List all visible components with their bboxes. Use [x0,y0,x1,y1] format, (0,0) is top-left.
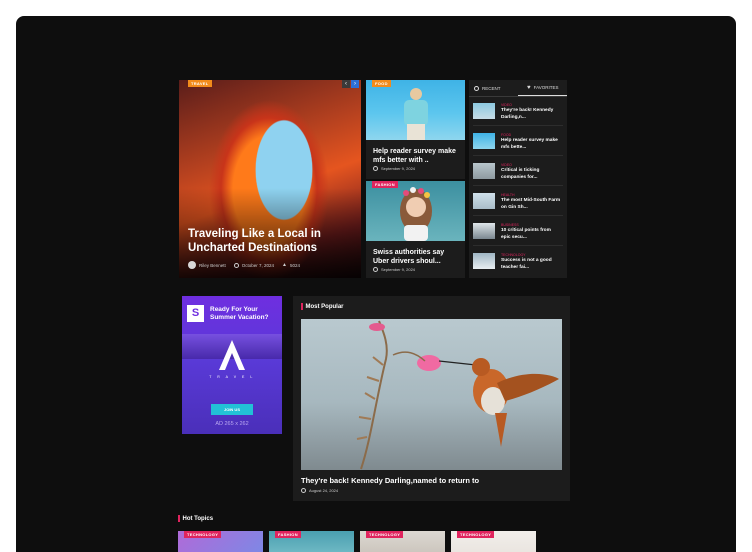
hot-topic-category-badge[interactable]: TECHNOLOGY [184,531,222,538]
hot-topic-card[interactable]: TECHNOLOGY [178,531,263,552]
author-name[interactable]: Riley Bennett [199,263,226,268]
list-item[interactable]: HEALTH The most Mid-South Farm on Gin Sh… [473,189,563,216]
tab-recent-label: RECENT [482,85,501,91]
hero-slider-nav: ‹ › [342,80,359,88]
list-item-thumbnail[interactable] [473,133,495,149]
article-title[interactable]: Swiss authorities say Uber drivers shoul… [373,248,461,266]
hot-topic-card[interactable]: FASHION [269,531,354,552]
featured-image[interactable] [301,319,562,470]
list-item-category[interactable]: BUSINESS [501,223,519,227]
hero-title[interactable]: Traveling Like a Local in Uncharted Dest… [188,227,338,255]
list-item-title[interactable]: The most Mid-South Farm on Gin Sh... [501,198,561,211]
article-category-badge[interactable]: FASHION [372,181,398,188]
hot-topics-heading: Hot Topics [178,515,213,522]
page-frame: TRAVEL ‹ › Traveling Like a Local in Unc… [16,16,736,552]
article-image[interactable] [366,181,465,241]
featured-title[interactable]: They're back! Kennedy Darling,named to r… [301,476,479,485]
article-image[interactable] [366,80,465,140]
ad-brand: T R A V E L [209,375,255,379]
article-title[interactable]: Help reader survey make mfs better with … [373,147,461,165]
list-item-thumbnail[interactable] [473,223,495,239]
hero-category-badge[interactable]: TRAVEL [188,80,212,87]
tab-favorites[interactable]: ♥ FAVORITES [518,80,567,96]
ad-logo: S [187,305,204,322]
most-popular-section: Most Popular They're back! Kennedy Darli… [293,296,570,501]
list-item-title[interactable]: Success is not a good teacher fai... [501,258,561,271]
hot-topic-category-badge[interactable]: TECHNOLOGY [366,531,404,538]
list-item[interactable]: FOOD Help reader survey make mfs bette..… [473,129,563,156]
tab-favorites-label: FAVORITES [533,85,559,90]
clock-icon [373,166,378,171]
travel-logo-icon [219,340,245,370]
clock-icon [474,85,479,91]
widget-tabs: RECENT ♥ FAVORITES [469,80,567,97]
article-card[interactable]: FOOD Help reader survey make mfs better … [366,80,465,179]
article-date: September 9, 2024 [381,166,416,171]
recent-favorites-widget: RECENT ♥ FAVORITES VIDEO They're back! K… [469,80,567,278]
list-item-thumbnail[interactable] [473,103,495,119]
ad-size-label: AD 265 x 262 [215,421,249,427]
tab-recent[interactable]: RECENT [474,80,501,96]
heart-icon: ♥ [527,84,531,91]
list-item-thumbnail[interactable] [473,253,495,269]
article-date: September 9, 2024 [381,267,416,272]
clock-icon [301,488,306,493]
advertisement-banner[interactable]: S Ready For Your Summer Vacation? T R A … [182,296,282,434]
list-item-category[interactable]: VIDEO [501,103,512,107]
hummingbird-illustration [356,320,559,470]
list-item[interactable]: VIDEO Critical is ticking companies for.… [473,159,563,186]
hero-date: October 7, 2024 [241,262,275,268]
hero-views: 5024 [290,262,301,268]
hot-topic-category-badge[interactable]: FASHION [275,531,301,538]
author-avatar [188,261,196,269]
ad-headline: Ready For Your Summer Vacation? [210,306,269,321]
article-meta: September 9, 2024 [373,166,415,171]
list-item-category[interactable]: FOOD [501,133,511,137]
heading-accent-bar [178,515,180,522]
hot-topic-card[interactable]: TECHNOLOGY [360,531,445,552]
list-item-title[interactable]: They're back! Kennedy Darling,n... [501,108,561,121]
hot-topic-category-badge[interactable]: TECHNOLOGY [457,531,495,538]
list-item[interactable]: TECHNOLOGY Success is not a good teacher… [473,249,563,276]
list-item-category[interactable]: HEALTH [501,193,515,197]
article-card[interactable]: FASHION Swiss authorities say Uber drive… [366,181,465,278]
prev-slide-button[interactable]: ‹ [342,80,350,88]
list-item-title[interactable]: Critical is ticking companies for... [501,168,561,181]
list-item-title[interactable]: 10 critical points from epic secu... [501,228,561,241]
hot-topic-card[interactable]: TECHNOLOGY [451,531,536,552]
section-heading: Most Popular [301,303,344,310]
list-item-category[interactable]: VIDEO [501,163,512,167]
list-item-thumbnail[interactable] [473,193,495,209]
list-item[interactable]: BUSINESS 10 critical points from epic se… [473,219,563,246]
list-item-thumbnail[interactable] [473,163,495,179]
next-slide-button[interactable]: › [351,80,359,88]
hero-article[interactable]: TRAVEL ‹ › Traveling Like a Local in Unc… [179,80,361,278]
list-item-title[interactable]: Help reader survey make mfs bette... [501,138,561,151]
woman-portrait-illustration [400,187,432,241]
featured-date: August 24, 2024 [309,488,339,493]
clock-icon [373,267,378,272]
join-us-button[interactable]: JOIN US [211,404,253,415]
article-meta: September 9, 2024 [373,267,415,272]
heading-accent-bar [301,303,303,310]
featured-meta: August 24, 2024 [301,488,338,493]
hot-topics-heading-text: Hot Topics [182,515,214,522]
list-item-category[interactable]: TECHNOLOGY [501,253,526,257]
traveler-illustration [404,88,428,140]
section-heading-text: Most Popular [305,303,344,310]
hero-meta: Riley Bennett October 7, 2024 ▲ 5024 [188,261,300,269]
article-category-badge[interactable]: FOOD [372,80,391,87]
fire-icon: ▲ [282,262,287,268]
list-item[interactable]: VIDEO They're back! Kennedy Darling,n... [473,99,563,126]
clock-icon [233,262,239,268]
